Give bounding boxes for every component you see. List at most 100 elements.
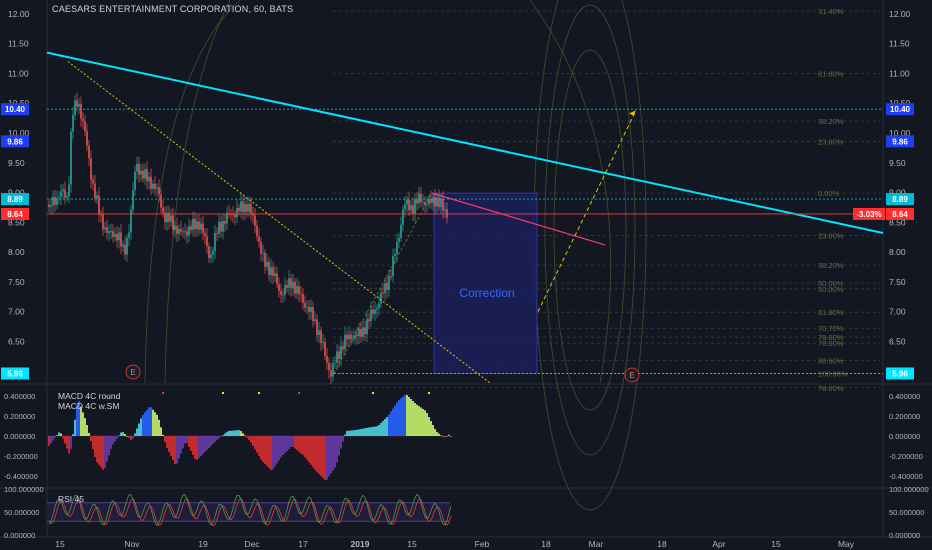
candle-body [92, 179, 94, 184]
macd-bar [290, 436, 292, 447]
macd-bar [136, 428, 138, 436]
candle-body [274, 273, 276, 276]
candle-body [234, 214, 236, 218]
candle-body [78, 103, 80, 107]
macd-bar [160, 427, 162, 436]
macd-bar [126, 436, 128, 437]
macd-bar [84, 418, 86, 436]
macd-bar [348, 430, 350, 436]
macd-bar [370, 427, 372, 436]
candle-body [358, 328, 360, 337]
macd-bar [174, 436, 176, 464]
candle-body [326, 355, 328, 363]
macd-bar [342, 436, 344, 442]
macd-bar [74, 419, 76, 436]
macd-bar [62, 436, 64, 439]
macd-bar [330, 436, 332, 474]
macd-bar [54, 436, 56, 438]
macd-bar [424, 410, 426, 436]
macd-bar [104, 436, 106, 468]
candle-body [180, 228, 182, 232]
chart-title: CAESARS ENTERTAINMENT CORPORATION, 60, B… [52, 4, 294, 14]
candle-body [328, 362, 330, 371]
candle-body [68, 184, 70, 197]
candle-body [362, 327, 364, 337]
correction-label: Correction [459, 286, 514, 300]
macd-bar [128, 436, 130, 438]
macd-bar [124, 434, 126, 436]
candle-body [96, 195, 98, 199]
candle-body [398, 238, 400, 242]
macd-bar [356, 429, 358, 436]
macd-bar [216, 436, 218, 441]
candle-body [318, 330, 320, 335]
candle-body [60, 191, 62, 198]
candle-body [284, 284, 286, 295]
macd-bar [192, 436, 194, 455]
macd-bar [274, 436, 276, 467]
candle-body [110, 230, 112, 232]
candle-body [304, 302, 306, 308]
macd-bar [408, 397, 410, 436]
fib-level-label: 61.80% [818, 69, 844, 78]
candle-body [178, 228, 180, 235]
macd-bar [400, 398, 402, 436]
candle-body [148, 176, 150, 182]
candle-body [218, 221, 220, 234]
macd-bar [444, 436, 446, 438]
candle-body [418, 193, 420, 204]
macd-bar [220, 436, 222, 437]
price-tick-right: 7.00 [889, 307, 906, 317]
macd-bar [364, 428, 366, 436]
rsi-tick-right: 50.000000 [889, 508, 924, 517]
candle-body [142, 170, 144, 179]
macd-bar [286, 436, 288, 451]
macd-bar [270, 436, 272, 470]
fib-level-label: 50.00% [818, 285, 844, 294]
candle-body [70, 131, 72, 185]
macd-bar [168, 436, 170, 452]
macd-bar [108, 436, 110, 456]
candle-body [132, 190, 134, 210]
candle-body [282, 294, 284, 296]
macd-bar [434, 429, 436, 436]
candle-body [298, 286, 300, 295]
candle-body [80, 103, 82, 119]
tradingview-chart[interactable]: 31.40% 61.80% 38.20% 23.60% 0.00% 23.60% 38.20… [0, 0, 932, 550]
candle-body [222, 220, 224, 232]
candle-body [272, 267, 274, 276]
candle-body [420, 193, 422, 203]
rsi-tick-right: 100.000000 [889, 485, 929, 494]
price-tick-right: 11.00 [889, 68, 910, 78]
fib-level-label: 88.60% [818, 356, 844, 365]
macd-bar [186, 436, 188, 443]
rsi-tick-left: 50.000000 [4, 508, 39, 517]
macd-bar [440, 435, 442, 436]
candle-body [264, 252, 266, 267]
macd-bar [50, 436, 52, 444]
fib-level-label: 23.60% [818, 137, 844, 146]
macd-bar [90, 436, 92, 441]
candle-body [64, 189, 66, 198]
macd-bar [52, 436, 54, 441]
macd-bar [284, 436, 286, 453]
candle-body [432, 197, 434, 203]
macd-bar [122, 432, 124, 436]
fib-level-label: 78.60% [818, 384, 844, 393]
macd-bar [246, 436, 248, 438]
macd-signal-dot [428, 392, 430, 394]
macd-bar [202, 436, 204, 454]
candle-body [124, 244, 126, 255]
candle-body [294, 281, 296, 294]
macd-bar [446, 436, 448, 437]
candle-body [286, 284, 288, 288]
macd-bar [336, 436, 338, 463]
macd-bar [180, 436, 182, 454]
candle-body [104, 227, 106, 230]
candle-body [396, 241, 398, 255]
candle-body [94, 183, 96, 199]
macd-bar [354, 430, 356, 436]
macd-bar [130, 436, 132, 440]
candle-body [214, 232, 216, 251]
candle-body [72, 114, 74, 132]
